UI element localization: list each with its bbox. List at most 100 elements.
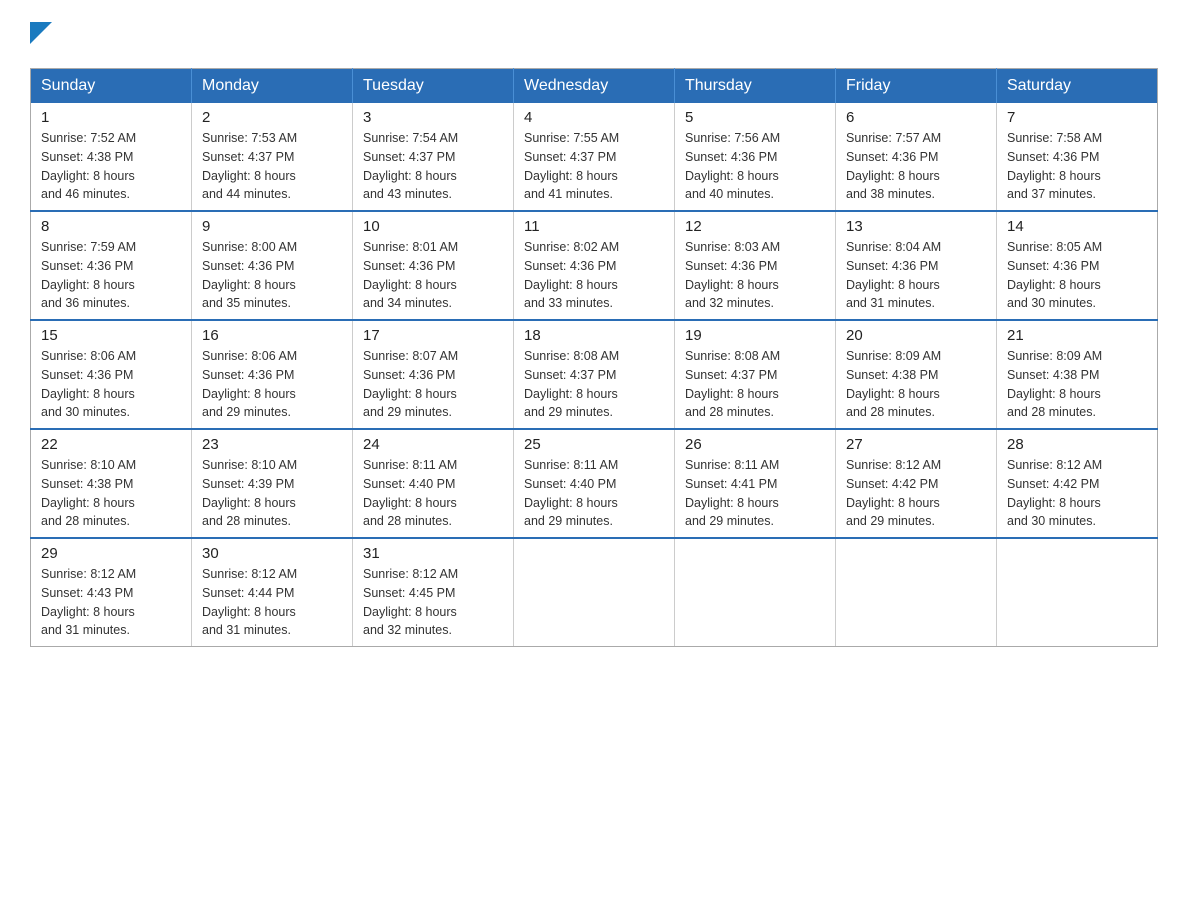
day-number: 25 (524, 436, 664, 453)
day-number: 19 (685, 327, 825, 344)
column-header-thursday: Thursday (675, 69, 836, 104)
day-info: Sunrise: 8:10 AM Sunset: 4:38 PM Dayligh… (41, 456, 181, 531)
calendar-cell: 9 Sunrise: 8:00 AM Sunset: 4:36 PM Dayli… (192, 211, 353, 320)
day-number: 22 (41, 436, 181, 453)
calendar-cell: 8 Sunrise: 7:59 AM Sunset: 4:36 PM Dayli… (31, 211, 192, 320)
calendar-cell: 14 Sunrise: 8:05 AM Sunset: 4:36 PM Dayl… (997, 211, 1158, 320)
column-header-saturday: Saturday (997, 69, 1158, 104)
calendar-cell: 18 Sunrise: 8:08 AM Sunset: 4:37 PM Dayl… (514, 320, 675, 429)
day-number: 10 (363, 218, 503, 235)
calendar-cell (997, 538, 1158, 647)
calendar-cell: 15 Sunrise: 8:06 AM Sunset: 4:36 PM Dayl… (31, 320, 192, 429)
day-number: 2 (202, 109, 342, 126)
day-info: Sunrise: 8:10 AM Sunset: 4:39 PM Dayligh… (202, 456, 342, 531)
day-number: 13 (846, 218, 986, 235)
calendar-week-row: 15 Sunrise: 8:06 AM Sunset: 4:36 PM Dayl… (31, 320, 1158, 429)
day-info: Sunrise: 7:59 AM Sunset: 4:36 PM Dayligh… (41, 238, 181, 313)
day-info: Sunrise: 8:09 AM Sunset: 4:38 PM Dayligh… (1007, 347, 1147, 422)
day-number: 30 (202, 545, 342, 562)
day-info: Sunrise: 8:05 AM Sunset: 4:36 PM Dayligh… (1007, 238, 1147, 313)
day-number: 11 (524, 218, 664, 235)
calendar-cell: 31 Sunrise: 8:12 AM Sunset: 4:45 PM Dayl… (353, 538, 514, 647)
day-info: Sunrise: 7:54 AM Sunset: 4:37 PM Dayligh… (363, 129, 503, 204)
day-info: Sunrise: 7:57 AM Sunset: 4:36 PM Dayligh… (846, 129, 986, 204)
page-header (30, 20, 1158, 48)
day-info: Sunrise: 8:06 AM Sunset: 4:36 PM Dayligh… (41, 347, 181, 422)
calendar-cell: 24 Sunrise: 8:11 AM Sunset: 4:40 PM Dayl… (353, 429, 514, 538)
calendar-cell: 19 Sunrise: 8:08 AM Sunset: 4:37 PM Dayl… (675, 320, 836, 429)
calendar-cell: 4 Sunrise: 7:55 AM Sunset: 4:37 PM Dayli… (514, 103, 675, 211)
day-number: 23 (202, 436, 342, 453)
calendar-cell: 22 Sunrise: 8:10 AM Sunset: 4:38 PM Dayl… (31, 429, 192, 538)
day-number: 26 (685, 436, 825, 453)
day-number: 3 (363, 109, 503, 126)
calendar-week-row: 8 Sunrise: 7:59 AM Sunset: 4:36 PM Dayli… (31, 211, 1158, 320)
day-info: Sunrise: 8:04 AM Sunset: 4:36 PM Dayligh… (846, 238, 986, 313)
day-info: Sunrise: 8:12 AM Sunset: 4:42 PM Dayligh… (846, 456, 986, 531)
day-info: Sunrise: 8:08 AM Sunset: 4:37 PM Dayligh… (685, 347, 825, 422)
day-info: Sunrise: 7:56 AM Sunset: 4:36 PM Dayligh… (685, 129, 825, 204)
day-number: 28 (1007, 436, 1147, 453)
calendar-cell: 23 Sunrise: 8:10 AM Sunset: 4:39 PM Dayl… (192, 429, 353, 538)
day-number: 31 (363, 545, 503, 562)
day-number: 29 (41, 545, 181, 562)
calendar-cell: 13 Sunrise: 8:04 AM Sunset: 4:36 PM Dayl… (836, 211, 997, 320)
day-number: 21 (1007, 327, 1147, 344)
calendar-cell: 27 Sunrise: 8:12 AM Sunset: 4:42 PM Dayl… (836, 429, 997, 538)
day-info: Sunrise: 8:11 AM Sunset: 4:41 PM Dayligh… (685, 456, 825, 531)
day-number: 17 (363, 327, 503, 344)
calendar-table: SundayMondayTuesdayWednesdayThursdayFrid… (30, 68, 1158, 647)
day-number: 4 (524, 109, 664, 126)
day-number: 9 (202, 218, 342, 235)
day-number: 14 (1007, 218, 1147, 235)
day-number: 15 (41, 327, 181, 344)
day-number: 7 (1007, 109, 1147, 126)
day-info: Sunrise: 8:07 AM Sunset: 4:36 PM Dayligh… (363, 347, 503, 422)
column-header-friday: Friday (836, 69, 997, 104)
day-info: Sunrise: 8:02 AM Sunset: 4:36 PM Dayligh… (524, 238, 664, 313)
calendar-week-row: 29 Sunrise: 8:12 AM Sunset: 4:43 PM Dayl… (31, 538, 1158, 647)
calendar-cell: 12 Sunrise: 8:03 AM Sunset: 4:36 PM Dayl… (675, 211, 836, 320)
calendar-cell: 2 Sunrise: 7:53 AM Sunset: 4:37 PM Dayli… (192, 103, 353, 211)
day-number: 8 (41, 218, 181, 235)
day-number: 24 (363, 436, 503, 453)
calendar-cell: 5 Sunrise: 7:56 AM Sunset: 4:36 PM Dayli… (675, 103, 836, 211)
calendar-cell: 28 Sunrise: 8:12 AM Sunset: 4:42 PM Dayl… (997, 429, 1158, 538)
logo-arrow-icon (30, 22, 52, 44)
calendar-cell: 1 Sunrise: 7:52 AM Sunset: 4:38 PM Dayli… (31, 103, 192, 211)
day-info: Sunrise: 7:53 AM Sunset: 4:37 PM Dayligh… (202, 129, 342, 204)
calendar-cell: 29 Sunrise: 8:12 AM Sunset: 4:43 PM Dayl… (31, 538, 192, 647)
day-number: 12 (685, 218, 825, 235)
day-info: Sunrise: 8:12 AM Sunset: 4:43 PM Dayligh… (41, 565, 181, 640)
day-info: Sunrise: 8:11 AM Sunset: 4:40 PM Dayligh… (524, 456, 664, 531)
day-info: Sunrise: 8:12 AM Sunset: 4:42 PM Dayligh… (1007, 456, 1147, 531)
calendar-cell (675, 538, 836, 647)
calendar-cell: 17 Sunrise: 8:07 AM Sunset: 4:36 PM Dayl… (353, 320, 514, 429)
day-info: Sunrise: 8:00 AM Sunset: 4:36 PM Dayligh… (202, 238, 342, 313)
calendar-cell: 10 Sunrise: 8:01 AM Sunset: 4:36 PM Dayl… (353, 211, 514, 320)
day-info: Sunrise: 8:11 AM Sunset: 4:40 PM Dayligh… (363, 456, 503, 531)
day-info: Sunrise: 8:06 AM Sunset: 4:36 PM Dayligh… (202, 347, 342, 422)
day-number: 1 (41, 109, 181, 126)
calendar-cell: 6 Sunrise: 7:57 AM Sunset: 4:36 PM Dayli… (836, 103, 997, 211)
day-number: 16 (202, 327, 342, 344)
day-info: Sunrise: 8:12 AM Sunset: 4:44 PM Dayligh… (202, 565, 342, 640)
column-header-wednesday: Wednesday (514, 69, 675, 104)
column-header-sunday: Sunday (31, 69, 192, 104)
column-header-monday: Monday (192, 69, 353, 104)
day-info: Sunrise: 7:58 AM Sunset: 4:36 PM Dayligh… (1007, 129, 1147, 204)
calendar-week-row: 1 Sunrise: 7:52 AM Sunset: 4:38 PM Dayli… (31, 103, 1158, 211)
calendar-cell: 25 Sunrise: 8:11 AM Sunset: 4:40 PM Dayl… (514, 429, 675, 538)
calendar-cell: 21 Sunrise: 8:09 AM Sunset: 4:38 PM Dayl… (997, 320, 1158, 429)
day-info: Sunrise: 8:09 AM Sunset: 4:38 PM Dayligh… (846, 347, 986, 422)
day-number: 5 (685, 109, 825, 126)
calendar-cell (836, 538, 997, 647)
day-number: 18 (524, 327, 664, 344)
calendar-cell: 20 Sunrise: 8:09 AM Sunset: 4:38 PM Dayl… (836, 320, 997, 429)
calendar-cell (514, 538, 675, 647)
calendar-cell: 3 Sunrise: 7:54 AM Sunset: 4:37 PM Dayli… (353, 103, 514, 211)
calendar-cell: 11 Sunrise: 8:02 AM Sunset: 4:36 PM Dayl… (514, 211, 675, 320)
day-number: 27 (846, 436, 986, 453)
day-info: Sunrise: 7:55 AM Sunset: 4:37 PM Dayligh… (524, 129, 664, 204)
day-info: Sunrise: 7:52 AM Sunset: 4:38 PM Dayligh… (41, 129, 181, 204)
